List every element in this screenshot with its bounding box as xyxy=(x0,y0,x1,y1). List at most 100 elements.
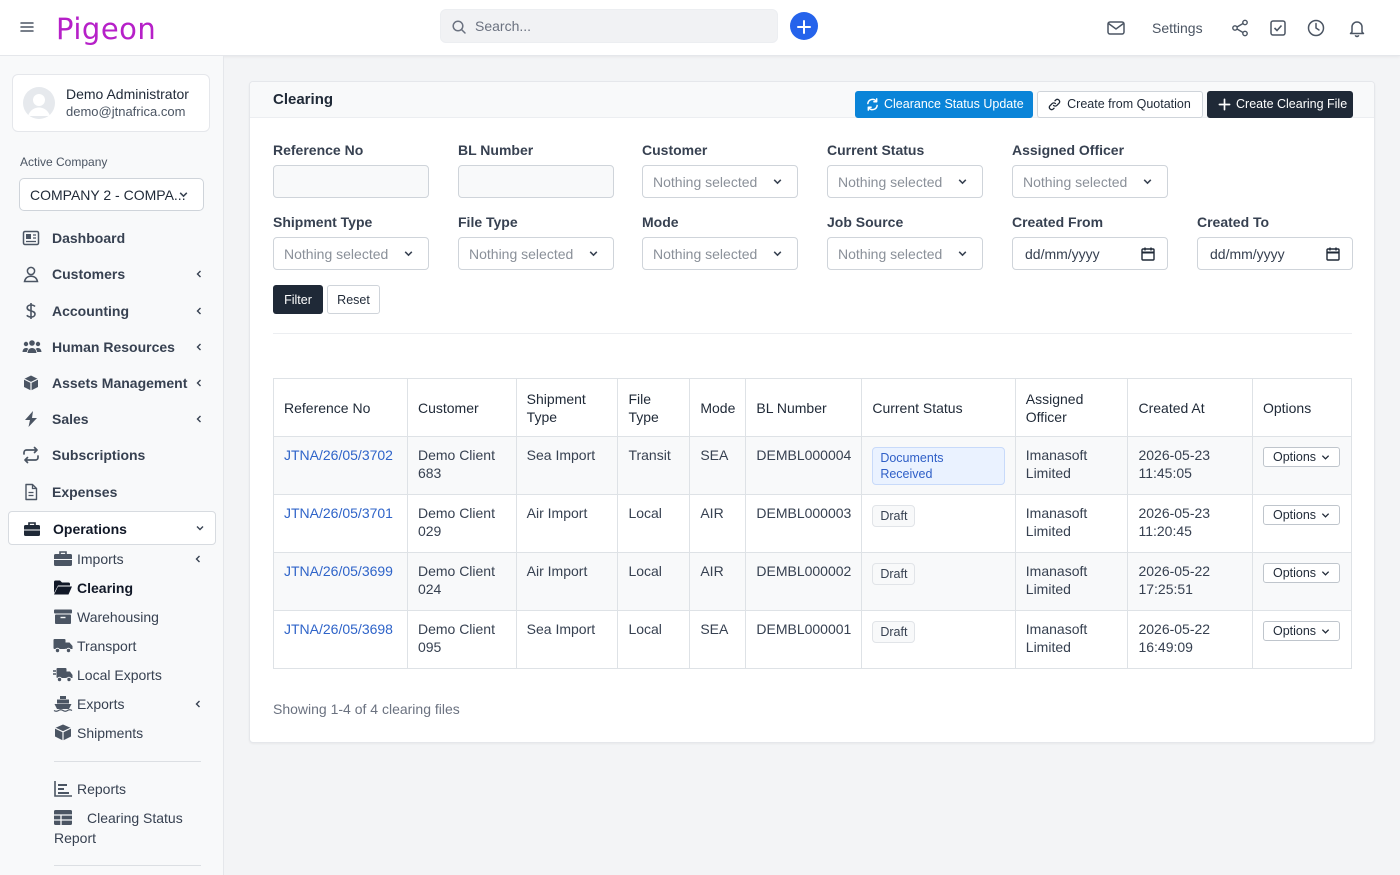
nav-label: Customers xyxy=(52,266,126,282)
app-logo[interactable]: Pigeon xyxy=(56,12,156,46)
plus-icon xyxy=(797,19,811,34)
subnav-imports[interactable]: Imports xyxy=(53,546,213,572)
column-header-shipment-type[interactable]: Shipment Type xyxy=(515,378,619,437)
row-options-button[interactable]: Options xyxy=(1262,447,1340,467)
user-profile-card[interactable]: Demo Administrator demo@jtnafrica.com xyxy=(12,74,210,132)
calendar-icon[interactable] xyxy=(1141,247,1155,261)
assigned-officer-select[interactable]: Nothing selected xyxy=(1012,165,1168,198)
nav-dashboard[interactable]: Dashboard xyxy=(8,221,216,255)
reference-link[interactable]: JTNA/26/05/3699 xyxy=(284,563,393,579)
column-header-customer[interactable]: Customer xyxy=(406,378,517,437)
job-source-select[interactable]: Nothing selected xyxy=(827,237,983,270)
filter-button[interactable]: Filter xyxy=(273,285,323,314)
hamburger-menu-icon[interactable] xyxy=(19,19,35,35)
cell-options: Options xyxy=(1251,436,1353,495)
created-time: 17:25:51 xyxy=(1138,581,1193,597)
mail-icon[interactable] xyxy=(1106,18,1126,38)
column-header-current-status[interactable]: Current Status xyxy=(861,378,1016,437)
chevron-down-icon xyxy=(773,251,782,257)
plus-icon xyxy=(1218,98,1231,111)
nav-subscriptions[interactable]: Subscriptions xyxy=(8,438,216,472)
customer-select[interactable]: Nothing selected xyxy=(642,165,798,198)
column-header-assigned-officer[interactable]: Assigned Officer xyxy=(1014,378,1129,437)
nav-sales[interactable]: Sales xyxy=(8,402,216,436)
subnav-reports[interactable]: Reports xyxy=(53,776,213,802)
nav-assets-management[interactable]: Assets Management xyxy=(8,366,216,400)
mode-select[interactable]: Nothing selected xyxy=(642,237,798,270)
row-options-button[interactable]: Options xyxy=(1262,505,1340,525)
select-value: Nothing selected xyxy=(838,246,943,262)
table-header-row: Reference No Customer Shipment Type File T… xyxy=(273,378,1353,437)
box-icon xyxy=(54,724,72,741)
top-bar: Pigeon Settings xyxy=(0,0,1400,56)
clearance-status-update-button[interactable]: Clearance Status Update xyxy=(855,91,1033,118)
bell-icon[interactable] xyxy=(1347,18,1367,38)
subnav-transport[interactable]: Transport xyxy=(53,633,213,659)
cell-customer: Demo Client 095 xyxy=(406,610,517,669)
chevron-down-icon xyxy=(1143,179,1152,185)
cell-shipment-type: Sea Import xyxy=(515,436,619,495)
quick-add-button[interactable] xyxy=(790,12,818,40)
bl-number-input[interactable] xyxy=(458,165,614,198)
cell-customer: Demo Client 683 xyxy=(406,436,517,495)
subnav-clearing-status-report[interactable]: Clearing Status Report xyxy=(53,805,213,853)
create-from-quotation-button[interactable]: Create from Quotation xyxy=(1037,91,1203,118)
task-checkbox-icon[interactable] xyxy=(1268,18,1288,38)
cell-status: Draft xyxy=(861,552,1016,611)
nav-human-resources[interactable]: Human Resources xyxy=(8,330,216,364)
column-header-mode[interactable]: Mode xyxy=(689,378,747,437)
status-badge: Draft xyxy=(872,563,916,585)
shipment-type-select[interactable]: Nothing selected xyxy=(273,237,429,270)
cell-options: Options xyxy=(1251,610,1353,669)
created-to-date-input[interactable]: dd/mm/yyyy xyxy=(1197,237,1353,270)
truck-icon xyxy=(53,639,73,654)
subnav-local-exports[interactable]: Local Exports xyxy=(53,662,213,688)
cell-officer: Imanasoft Limited xyxy=(1014,610,1129,669)
reference-link[interactable]: JTNA/26/05/3701 xyxy=(284,505,393,521)
table-row: JTNA/26/05/3699 Demo Client 024 Air Impor… xyxy=(273,552,1353,611)
nav-operations[interactable]: Operations xyxy=(8,511,216,545)
search-box xyxy=(440,9,778,43)
table-row: JTNA/26/05/3698 Demo Client 095 Sea Impor… xyxy=(273,610,1353,669)
column-header-bl-number[interactable]: BL Number xyxy=(745,378,863,437)
clock-icon[interactable] xyxy=(1306,18,1326,38)
share-icon[interactable] xyxy=(1230,18,1250,38)
reset-button[interactable]: Reset xyxy=(327,285,380,314)
calendar-icon[interactable] xyxy=(1326,247,1340,261)
subnav-label: Warehousing xyxy=(77,609,159,625)
subnav-clearing[interactable]: Clearing xyxy=(53,575,213,601)
column-header-created-at[interactable]: Created At xyxy=(1127,378,1253,437)
cell-shipment-type: Sea Import xyxy=(515,610,619,669)
row-options-button[interactable]: Options xyxy=(1262,563,1340,583)
column-header-file-type[interactable]: File Type xyxy=(617,378,691,437)
sidebar-divider xyxy=(54,761,201,762)
current-status-select[interactable]: Nothing selected xyxy=(827,165,983,198)
nav-accounting[interactable]: Accounting xyxy=(8,294,216,328)
nav-label: Subscriptions xyxy=(52,447,146,463)
chevron-down-icon xyxy=(1321,513,1330,518)
chevron-down-icon xyxy=(196,526,204,531)
active-company-select[interactable]: COMPANY 2 - COMPA... xyxy=(19,178,204,211)
settings-link[interactable]: Settings xyxy=(1152,20,1203,36)
status-badge: Draft xyxy=(872,621,916,643)
nav-expenses[interactable]: Expenses xyxy=(8,475,216,509)
column-header-label: Shipment xyxy=(526,390,586,407)
row-options-button[interactable]: Options xyxy=(1262,621,1340,641)
created-date: 2026-05-22 xyxy=(1138,563,1211,579)
cell-mode: AIR xyxy=(689,494,747,553)
column-header-reference-no[interactable]: Reference No xyxy=(273,378,408,437)
search-input[interactable] xyxy=(475,10,771,42)
page-title: Clearing xyxy=(273,91,334,108)
created-from-date-input[interactable]: dd/mm/yyyy xyxy=(1012,237,1168,270)
subnav-label: Imports xyxy=(77,551,124,567)
create-clearing-file-button[interactable]: Create Clearing File xyxy=(1207,91,1353,118)
nav-customers[interactable]: Customers xyxy=(8,257,216,291)
reference-link[interactable]: JTNA/26/05/3698 xyxy=(284,621,393,637)
reference-no-input[interactable] xyxy=(273,165,429,198)
cell-reference-no: JTNA/26/05/3701 xyxy=(273,494,408,553)
file-type-select[interactable]: Nothing selected xyxy=(458,237,614,270)
reference-link[interactable]: JTNA/26/05/3702 xyxy=(284,447,393,463)
subnav-warehousing[interactable]: Warehousing xyxy=(53,604,213,630)
subnav-shipments[interactable]: Shipments xyxy=(53,720,213,746)
subnav-exports[interactable]: Exports xyxy=(53,691,213,717)
